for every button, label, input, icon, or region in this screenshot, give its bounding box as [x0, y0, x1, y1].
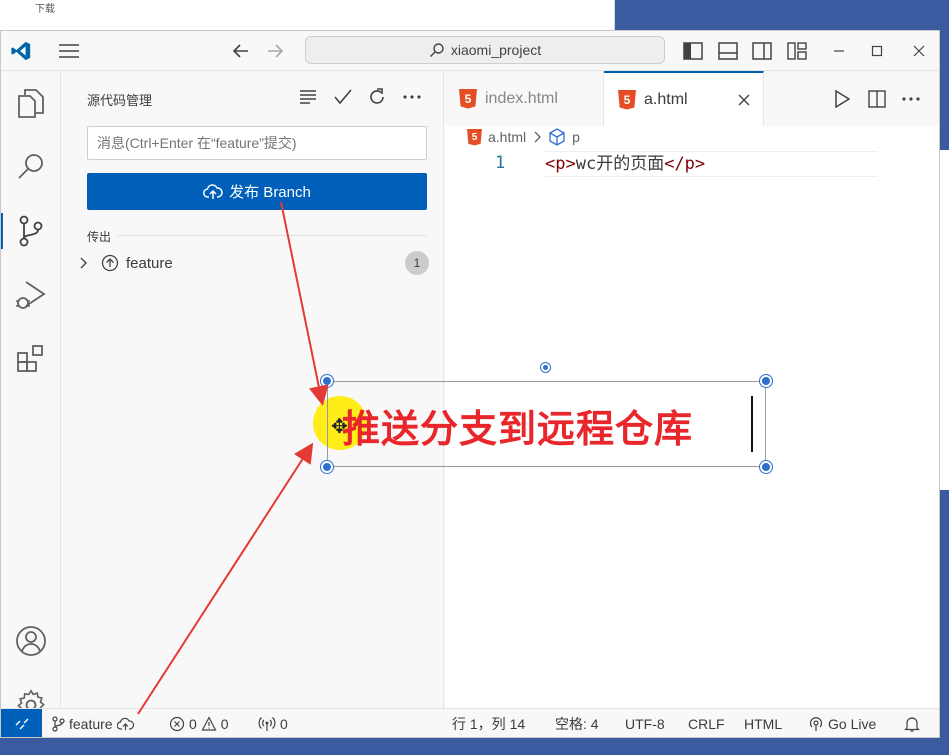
- refresh-icon[interactable]: [365, 85, 389, 109]
- indentation-status[interactable]: 空格: 4: [555, 709, 599, 737]
- breadcrumb-symbol[interactable]: p: [572, 129, 580, 145]
- outgoing-arrow-icon: [101, 254, 119, 272]
- annotation-text: 推送分支到远程仓库: [342, 407, 694, 451]
- account-icon[interactable]: [9, 619, 53, 663]
- toggle-secondary-sidebar-icon[interactable]: [750, 39, 774, 63]
- publish-cloud-icon[interactable]: [116, 717, 135, 731]
- remote-icon: [15, 718, 28, 730]
- publish-branch-button[interactable]: 发布 Branch: [87, 173, 427, 210]
- remote-indicator-button[interactable]: [1, 709, 42, 737]
- go-live-label: Go Live: [828, 716, 877, 732]
- title-bar: xiaomi_project: [1, 31, 939, 71]
- cloud-upload-icon: [203, 183, 223, 199]
- move-cursor-icon: ✥: [331, 416, 348, 438]
- breadcrumb-chevron-icon: [534, 131, 542, 143]
- search-text: xiaomi_project: [450, 42, 542, 58]
- breadcrumb: 5 a.html p: [467, 126, 580, 148]
- problems-status[interactable]: 0 0: [169, 709, 229, 737]
- search-view-icon[interactable]: [9, 145, 53, 189]
- eol-status[interactable]: CRLF: [688, 709, 725, 737]
- language-mode[interactable]: HTML: [744, 709, 782, 737]
- line-number: 1: [495, 153, 506, 173]
- commit-message-input[interactable]: [87, 126, 427, 160]
- go-live-icon: [809, 717, 823, 731]
- rotate-handle[interactable]: [541, 363, 550, 372]
- search-icon: [429, 43, 444, 57]
- outgoing-branch-name: feature: [126, 254, 173, 272]
- ports-status[interactable]: 0: [258, 709, 288, 737]
- code-close-tag: </p>: [664, 154, 706, 174]
- tab-index-html[interactable]: 5 index.html: [445, 71, 604, 126]
- branch-status[interactable]: feature: [51, 709, 135, 737]
- branch-name: feature: [69, 716, 113, 732]
- background-window: 下载: [0, 0, 615, 30]
- run-debug-icon[interactable]: [9, 273, 53, 317]
- chevron-right-icon: [80, 257, 87, 269]
- run-file-icon[interactable]: [830, 87, 854, 111]
- code-content[interactable]: <p>wc开的页面</p>: [545, 151, 878, 177]
- editor-more-actions-icon[interactable]: [899, 87, 923, 111]
- warning-count: 0: [220, 716, 229, 732]
- outgoing-branch-row[interactable]: feature 1: [77, 250, 429, 276]
- outgoing-section-label: 传出: [87, 230, 112, 244]
- publish-branch-label: 发布 Branch: [229, 184, 311, 201]
- close-window-icon[interactable]: [907, 39, 931, 63]
- split-editor-icon[interactable]: [865, 87, 889, 111]
- close-tab-icon[interactable]: [737, 93, 751, 107]
- minimize-icon[interactable]: [827, 39, 851, 63]
- resize-handle[interactable]: [321, 461, 333, 473]
- status-bar: feature 0 0 0 行 1，列 14 空格: 4 UTF-8 CRLF …: [1, 708, 939, 737]
- toggle-primary-sidebar-icon[interactable]: [681, 39, 705, 63]
- tab-label: index.html: [485, 89, 558, 107]
- warning-icon: [201, 716, 217, 731]
- command-center-search[interactable]: xiaomi_project: [305, 36, 665, 64]
- branch-icon: [52, 716, 65, 732]
- go-live-button[interactable]: Go Live: [808, 709, 877, 737]
- more-actions-icon[interactable]: [400, 85, 424, 109]
- code-open-tag: <p>: [545, 154, 576, 174]
- resize-handle[interactable]: [760, 375, 772, 387]
- html5-file-icon: 5: [467, 128, 482, 146]
- customize-layout-icon[interactable]: [785, 39, 809, 63]
- explorer-icon[interactable]: [9, 81, 53, 125]
- error-count: 0: [189, 716, 197, 732]
- html5-file-icon: 5: [459, 88, 477, 109]
- resize-handle[interactable]: [760, 461, 772, 473]
- section-divider: [117, 235, 427, 236]
- broadcast-icon: [258, 717, 276, 731]
- sidebar-title: 源代码管理: [87, 93, 153, 108]
- tab-label: a.html: [644, 90, 688, 108]
- resize-handle[interactable]: [321, 375, 333, 387]
- toggle-panel-icon[interactable]: [716, 39, 740, 63]
- text-caret: [751, 396, 753, 452]
- error-icon: [169, 716, 185, 732]
- vscode-logo-icon: [9, 39, 33, 63]
- editor-tabs: 5 index.html 5 a.html: [445, 71, 939, 126]
- code-text: wc开的页面: [575, 154, 665, 174]
- maximize-icon[interactable]: [865, 39, 889, 63]
- extensions-icon[interactable]: [9, 337, 53, 381]
- source-control-icon[interactable]: [1, 209, 53, 253]
- back-arrow-icon[interactable]: [229, 39, 253, 63]
- encoding-status[interactable]: UTF-8: [625, 709, 665, 737]
- forward-arrow-icon[interactable]: [263, 39, 287, 63]
- symbol-element-icon: [549, 128, 565, 146]
- breadcrumb-file[interactable]: a.html: [488, 129, 526, 145]
- cursor-position[interactable]: 行 1，列 14: [452, 709, 525, 737]
- code-line[interactable]: 1 <p>wc开的页面</p>: [445, 151, 885, 177]
- tab-a-html[interactable]: 5 a.html: [604, 71, 764, 126]
- ports-count: 0: [280, 716, 288, 732]
- outgoing-count-badge: 1: [405, 251, 429, 275]
- view-as-list-icon[interactable]: [296, 85, 320, 109]
- background-text: 下载: [35, 4, 55, 15]
- commit-check-icon[interactable]: [331, 85, 355, 109]
- html5-file-icon: 5: [618, 89, 636, 110]
- activity-bar: [1, 71, 61, 721]
- menu-icon[interactable]: [57, 39, 81, 63]
- notifications-bell-icon[interactable]: [904, 709, 920, 737]
